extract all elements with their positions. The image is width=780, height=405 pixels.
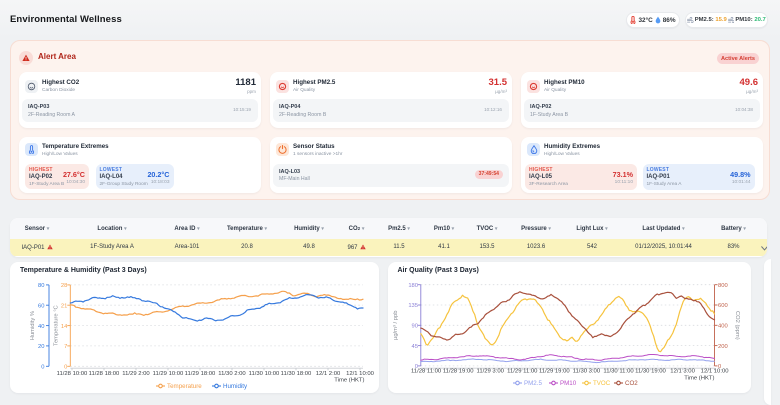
svg-text:Time (HKT): Time (HKT) [684, 376, 714, 382]
svg-text:11/28 11:00: 11/28 11:00 [410, 369, 441, 375]
svg-text:PM10: PM10 [560, 380, 577, 387]
svg-text:28: 28 [61, 283, 67, 289]
svg-text:400: 400 [718, 324, 728, 330]
svg-text:TVOC: TVOC [593, 380, 611, 387]
svg-text:14: 14 [61, 324, 68, 330]
svg-text:11/29 11:00: 11/29 11:00 [507, 369, 538, 375]
svg-text:20: 20 [38, 344, 44, 350]
svg-text:µg/m³ / ppb: µg/m³ / ppb [393, 311, 399, 340]
svg-text:80: 80 [38, 283, 44, 289]
svg-text:40: 40 [38, 324, 44, 330]
svg-text:CO2 (ppm): CO2 (ppm) [734, 311, 740, 340]
svg-text:135: 135 [408, 303, 418, 309]
svg-text:21: 21 [61, 303, 67, 309]
svg-text:Humidity: Humidity [223, 383, 248, 390]
svg-text:Time (HKT): Time (HKT) [334, 378, 364, 384]
svg-text:12/1 10:00: 12/1 10:00 [346, 371, 375, 377]
svg-text:11/30 10:00: 11/30 10:00 [249, 371, 280, 377]
svg-text:PM2.5: PM2.5 [524, 380, 542, 387]
svg-text:CO2: CO2 [625, 380, 638, 387]
svg-text:7: 7 [64, 344, 67, 350]
svg-text:60: 60 [38, 303, 44, 309]
svg-text:90: 90 [411, 324, 417, 330]
svg-text:11/29 18:00: 11/29 18:00 [185, 371, 216, 377]
svg-text:180: 180 [408, 283, 418, 289]
svg-text:12/1 10:00: 12/1 10:00 [700, 369, 729, 375]
svg-text:12/1 2:00: 12/1 2:00 [316, 371, 341, 377]
svg-text:11/28 10:00: 11/28 10:00 [57, 371, 88, 377]
svg-text:11/30 11:00: 11/30 11:00 [603, 369, 634, 375]
svg-text:600: 600 [718, 303, 728, 309]
svg-text:800: 800 [718, 283, 728, 289]
svg-text:11/29 3:00: 11/29 3:00 [476, 369, 504, 375]
svg-text:0: 0 [64, 365, 67, 371]
svg-text:11/30 19:00: 11/30 19:00 [635, 369, 666, 375]
svg-text:11/30 18:00: 11/30 18:00 [281, 371, 312, 377]
svg-text:12/1 3:00: 12/1 3:00 [670, 369, 695, 375]
svg-text:45: 45 [411, 344, 417, 350]
svg-text:11/29 19:00: 11/29 19:00 [538, 369, 569, 375]
svg-text:11/29 2:00: 11/29 2:00 [122, 371, 150, 377]
svg-text:11/29 10:00: 11/29 10:00 [153, 371, 184, 377]
svg-text:200: 200 [718, 344, 728, 350]
svg-text:Temperature °C: Temperature °C [54, 305, 60, 346]
svg-text:11/28 18:00: 11/28 18:00 [89, 371, 120, 377]
svg-text:0: 0 [41, 365, 44, 371]
svg-text:11/30 2:00: 11/30 2:00 [218, 371, 246, 377]
svg-text:11/28 19:00: 11/28 19:00 [442, 369, 473, 375]
svg-text:11/30 3:00: 11/30 3:00 [572, 369, 600, 375]
svg-text:Humidity %: Humidity % [30, 311, 36, 340]
svg-text:Temperature: Temperature [167, 383, 202, 390]
